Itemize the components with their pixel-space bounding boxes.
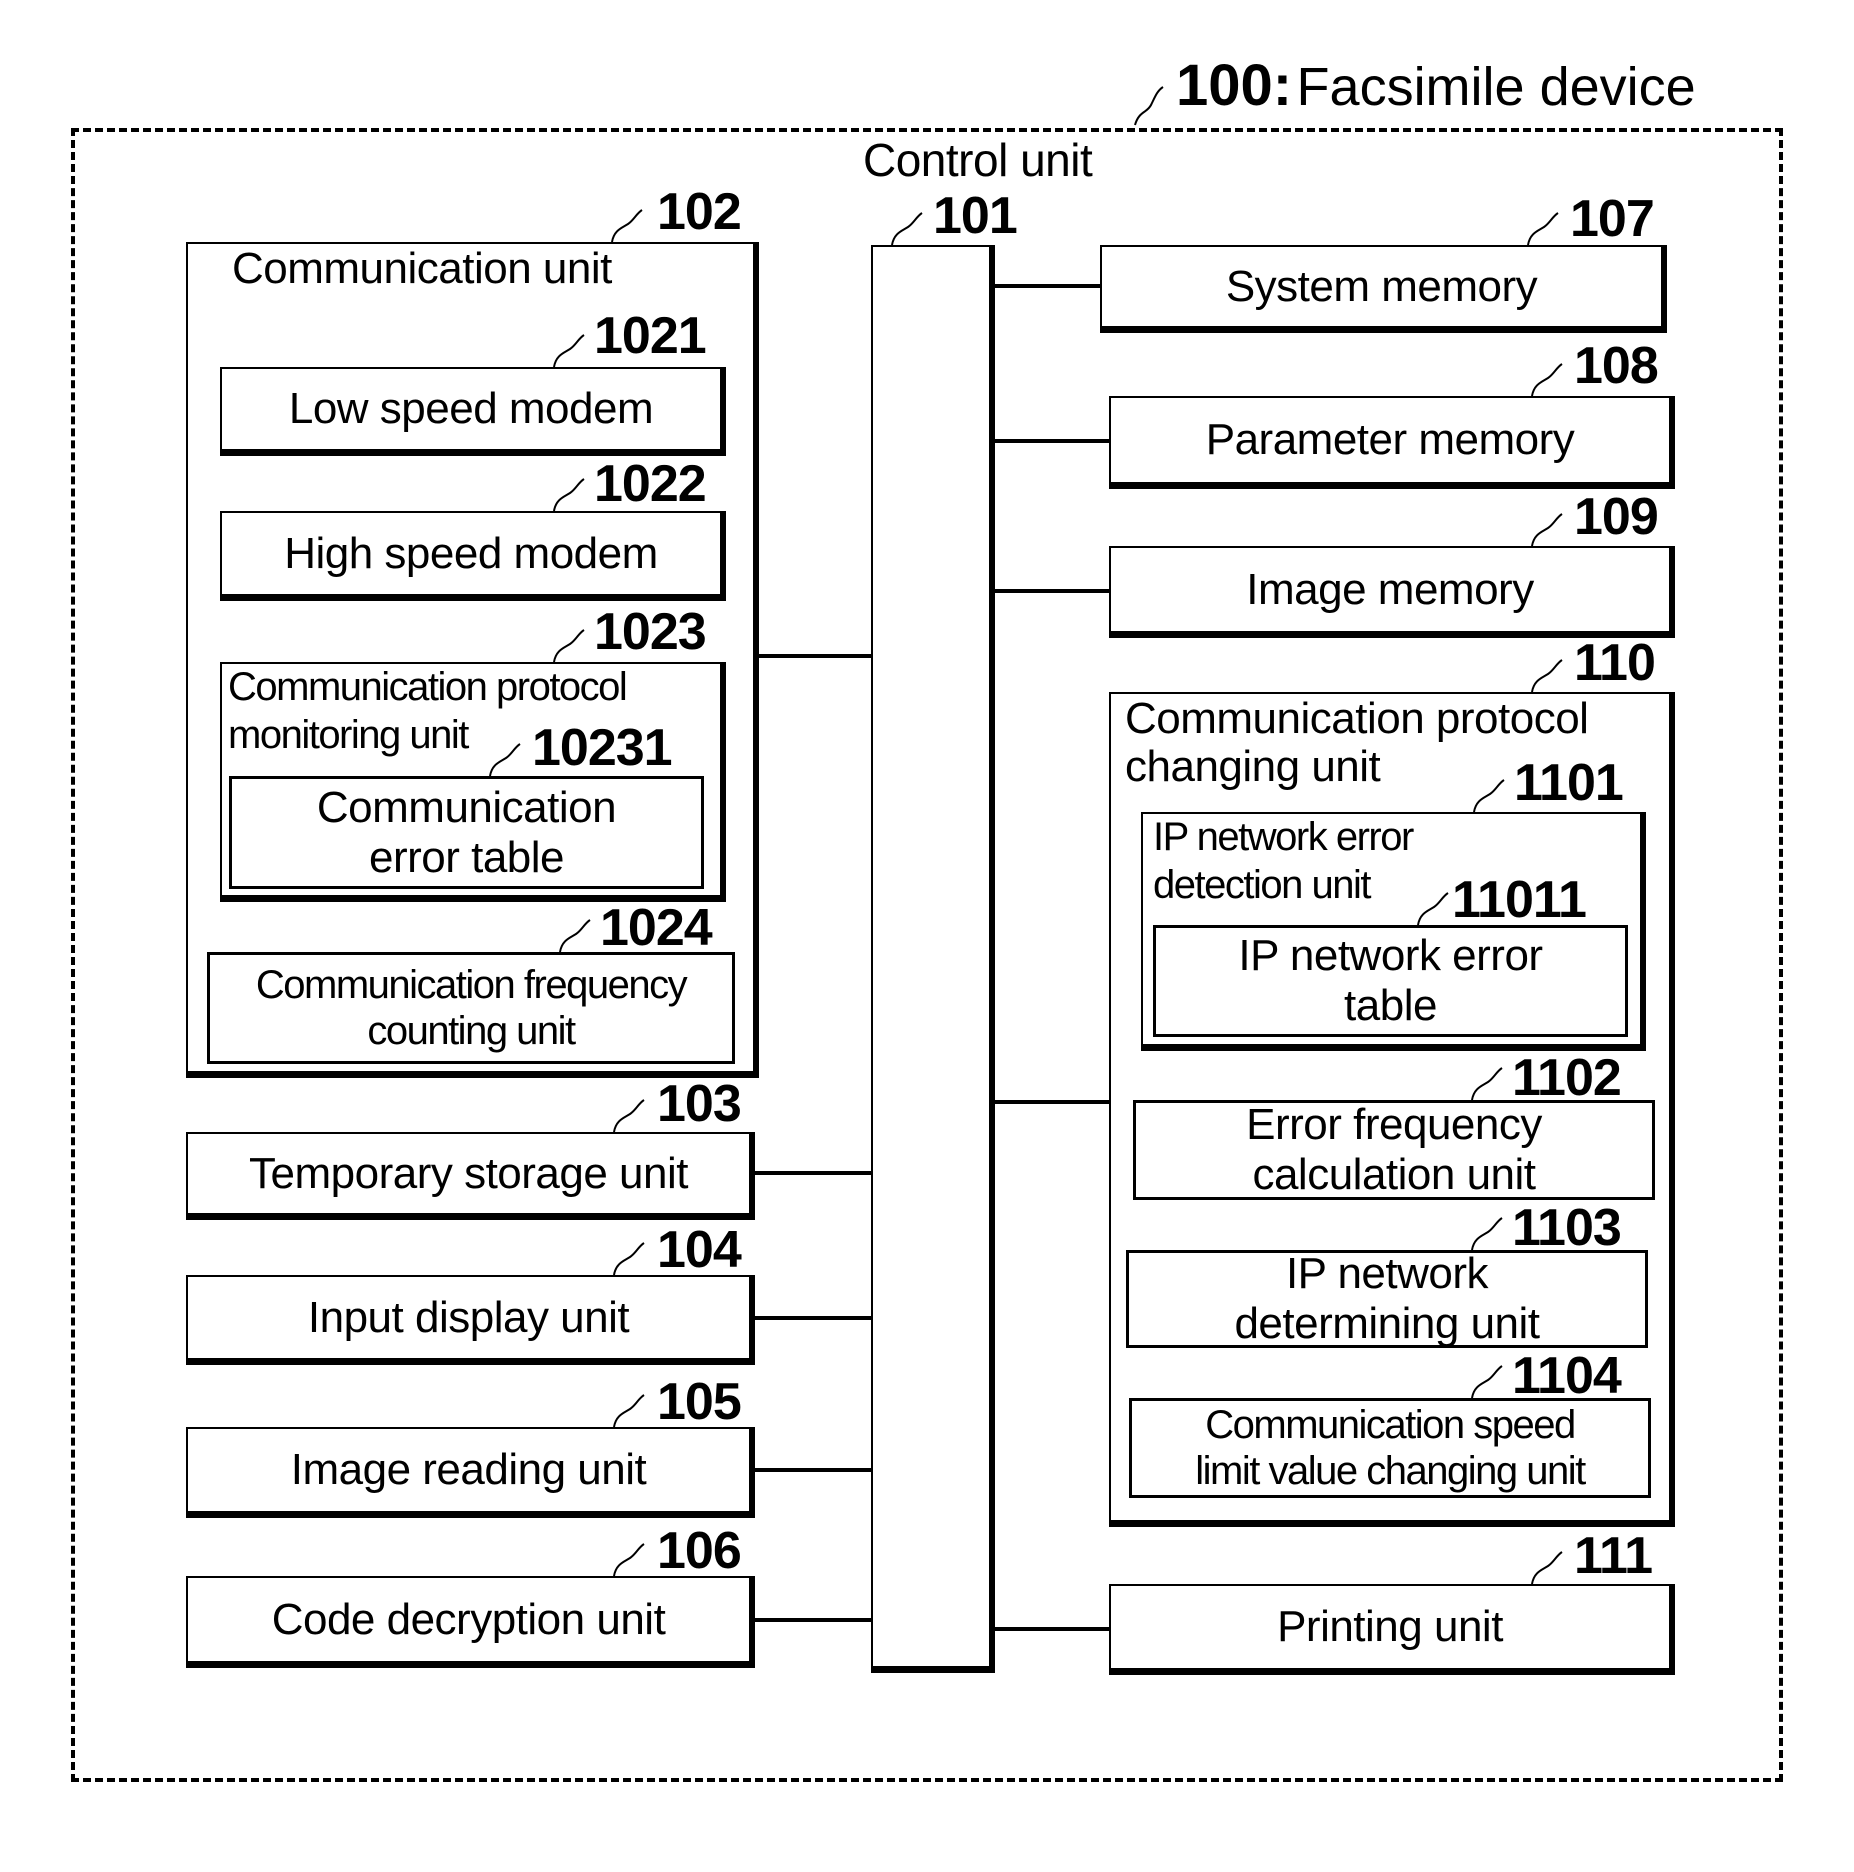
- speed-limit-changing-line2: limit value changing unit: [1195, 1449, 1586, 1493]
- protocol-monitoring-ref: 1023: [594, 603, 707, 661]
- ip-error-detection-ref: 1101: [1514, 754, 1624, 812]
- image-reading-ref: 105: [657, 1373, 742, 1431]
- speed-limit-changing-unit: Communication speed limit value changing…: [1129, 1398, 1651, 1498]
- input-display-label: Input display unit: [307, 1292, 630, 1342]
- ip-error-table-line2: table: [1344, 981, 1437, 1030]
- ip-error-table-ref: 11011: [1452, 871, 1587, 929]
- speed-limit-changing-line1: Communication speed: [1205, 1403, 1576, 1447]
- connector-bus-110: [995, 1100, 1109, 1104]
- high-speed-modem: High speed modem: [220, 511, 726, 601]
- temporary-storage-label: Temporary storage unit: [249, 1148, 689, 1198]
- image-reading-unit: Image reading unit: [186, 1427, 755, 1518]
- control-unit-ref: 101: [933, 187, 1018, 245]
- error-frequency-ref: 1102: [1512, 1049, 1622, 1107]
- code-decryption-unit: Code decryption unit: [186, 1576, 755, 1668]
- leader-100: [1134, 86, 1164, 126]
- connector-bus-108: [995, 439, 1109, 443]
- communication-error-table: Communication error table: [229, 776, 704, 889]
- temporary-storage-unit: Temporary storage unit: [186, 1132, 755, 1220]
- image-memory-label: Image memory: [1246, 564, 1534, 614]
- image-memory-ref: 109: [1574, 488, 1659, 546]
- protocol-monitoring-label-line2: monitoring unit: [228, 713, 469, 757]
- connector-106-bus: [755, 1618, 871, 1622]
- connector-104-bus: [755, 1316, 871, 1320]
- connector-103-bus: [755, 1171, 871, 1175]
- device-title: 100: Facsimile device: [1176, 52, 1696, 119]
- high-speed-modem-ref: 1022: [594, 455, 707, 513]
- low-speed-modem-ref: 1021: [594, 307, 707, 365]
- frequency-counting-unit: Communication frequency counting unit: [207, 952, 735, 1064]
- system-memory: System memory: [1100, 245, 1667, 333]
- communication-unit-label: Communication unit: [232, 244, 612, 293]
- ip-network-error-table: IP network error table: [1153, 925, 1628, 1037]
- frequency-counting-line2: counting unit: [367, 1009, 576, 1053]
- connector-bus-111: [995, 1627, 1109, 1631]
- device-ref: 100:: [1176, 53, 1293, 118]
- ip-error-table-line1: IP network error: [1238, 931, 1543, 980]
- connector-bus-109: [995, 589, 1109, 593]
- printing-unit-label: Printing unit: [1277, 1602, 1503, 1651]
- code-decryption-label: Code decryption unit: [271, 1594, 666, 1644]
- temporary-storage-ref: 103: [657, 1075, 742, 1133]
- ip-network-determining-line2: determining unit: [1234, 1299, 1540, 1348]
- connector-bus-107: [995, 284, 1100, 288]
- low-speed-modem: Low speed modem: [220, 367, 726, 456]
- parameter-memory-label: Parameter memory: [1205, 415, 1575, 464]
- control-unit-label: Control unit: [863, 134, 1093, 186]
- protocol-monitoring-label-line1: Communication protocol: [228, 665, 628, 709]
- control-unit-bus: [871, 245, 995, 1673]
- protocol-changing-label-line2: changing unit: [1125, 742, 1381, 791]
- printing-unit: Printing unit: [1109, 1584, 1675, 1675]
- connector-105-bus: [755, 1468, 871, 1472]
- printing-unit-ref: 111: [1574, 1527, 1653, 1585]
- ip-network-determining-ref: 1103: [1512, 1199, 1622, 1257]
- ip-network-determining-unit: IP network determining unit: [1126, 1249, 1648, 1348]
- communication-error-table-ref: 10231: [532, 719, 673, 777]
- protocol-changing-label-line1: Communication protocol: [1125, 694, 1589, 743]
- ip-error-detection-label-line1: IP network error: [1153, 815, 1414, 859]
- ip-error-detection-label-line2: detection unit: [1153, 863, 1371, 907]
- error-frequency-calculation-unit: Error frequency calculation unit: [1133, 1100, 1655, 1200]
- error-frequency-line1: Error frequency: [1246, 1100, 1542, 1149]
- parameter-memory: Parameter memory: [1109, 396, 1675, 489]
- parameter-memory-ref: 108: [1574, 337, 1659, 395]
- low-speed-modem-label: Low speed modem: [288, 384, 654, 433]
- speed-limit-changing-ref: 1104: [1512, 1347, 1622, 1405]
- communication-error-table-line2: error table: [368, 832, 565, 882]
- system-memory-label: System memory: [1225, 261, 1538, 311]
- ip-network-determining-line1: IP network: [1285, 1249, 1489, 1298]
- image-memory: Image memory: [1109, 546, 1675, 638]
- high-speed-modem-label: High speed modem: [284, 528, 658, 578]
- input-display-ref: 104: [657, 1221, 742, 1279]
- image-reading-label: Image reading unit: [290, 1445, 647, 1494]
- protocol-changing-ref: 110: [1574, 634, 1656, 692]
- communication-error-table-line1: Communication: [316, 782, 617, 832]
- code-decryption-ref: 106: [657, 1522, 742, 1580]
- error-frequency-line2: calculation unit: [1252, 1150, 1536, 1199]
- frequency-counting-ref: 1024: [600, 899, 713, 957]
- frequency-counting-line1: Communication frequency: [255, 963, 688, 1007]
- connector-102-bus: [759, 654, 871, 658]
- system-memory-ref: 107: [1570, 190, 1655, 248]
- device-name: Facsimile device: [1296, 57, 1696, 117]
- input-display-unit: Input display unit: [186, 1275, 755, 1365]
- communication-unit-ref: 102: [657, 183, 742, 241]
